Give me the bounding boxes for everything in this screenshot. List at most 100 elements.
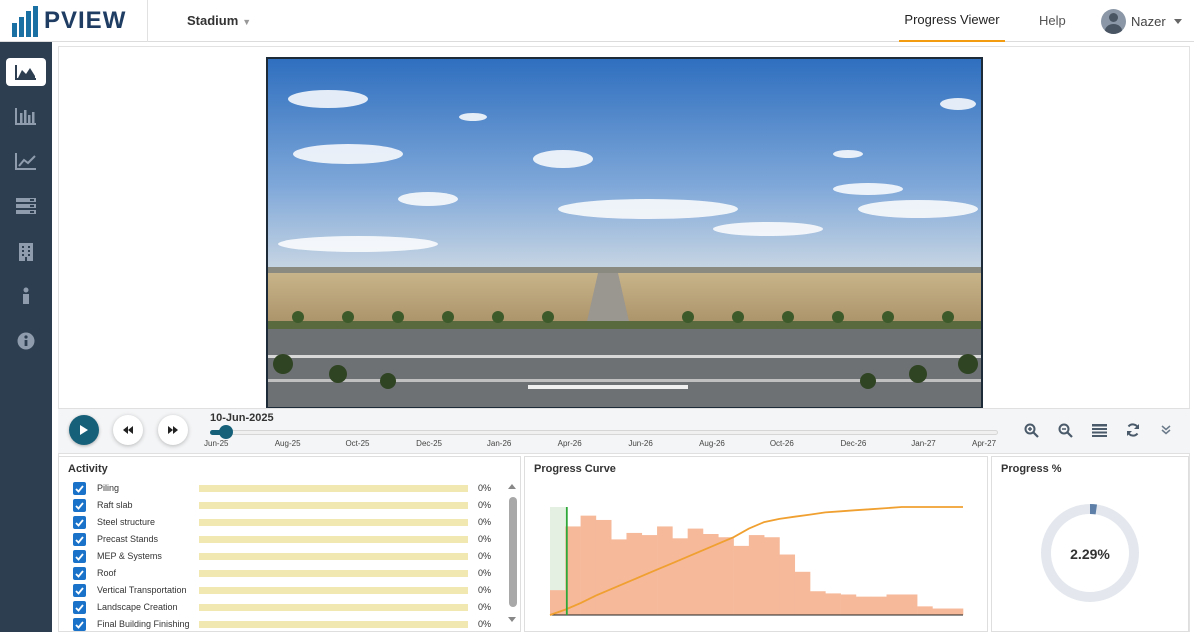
construction-site-image bbox=[268, 59, 981, 407]
site-photo bbox=[266, 57, 983, 409]
refresh-button[interactable] bbox=[1125, 422, 1141, 438]
activity-progress-value: 0% bbox=[478, 585, 492, 595]
activity-checkbox[interactable] bbox=[73, 516, 86, 529]
building-icon bbox=[19, 243, 33, 261]
activity-row: Roof 0% bbox=[73, 567, 493, 581]
sidebar-item-area-chart[interactable] bbox=[0, 56, 52, 88]
caret-down-icon: ▼ bbox=[242, 17, 252, 27]
sidebar bbox=[0, 42, 52, 632]
timeline-slider-handle[interactable] bbox=[218, 425, 233, 439]
sidebar-item-bar-chart[interactable] bbox=[0, 100, 52, 132]
activity-checkbox[interactable] bbox=[73, 618, 86, 631]
brand-name: PVIEW bbox=[44, 7, 127, 34]
line-chart-icon bbox=[15, 153, 36, 170]
curve-bar bbox=[947, 608, 964, 615]
curve-bar bbox=[657, 526, 673, 615]
checkmark-icon bbox=[75, 518, 84, 527]
checkmark-icon bbox=[75, 501, 84, 510]
zoom-in-icon bbox=[1024, 423, 1039, 438]
activity-row: Piling 0% bbox=[73, 482, 493, 496]
bar-chart-icon bbox=[15, 108, 36, 125]
curve-bar bbox=[733, 545, 750, 615]
activity-checkbox[interactable] bbox=[73, 533, 86, 546]
progress-percent-value: 2.29% bbox=[1070, 546, 1110, 562]
activity-progress-bar bbox=[199, 621, 468, 628]
sidebar-item-info[interactable] bbox=[0, 280, 52, 312]
activity-label: Steel structure bbox=[97, 517, 156, 527]
activity-checkbox[interactable] bbox=[73, 601, 86, 614]
timeline-tick-label: Jan-26 bbox=[486, 439, 512, 448]
sidebar-item-server[interactable] bbox=[0, 190, 52, 222]
scroll-up-icon[interactable] bbox=[507, 482, 517, 490]
curve-bar bbox=[794, 571, 811, 615]
timeline-tick-label: Apr-26 bbox=[557, 439, 582, 448]
curve-bar bbox=[748, 535, 765, 615]
sidebar-item-building[interactable] bbox=[0, 236, 52, 268]
collapse-button[interactable] bbox=[1158, 422, 1174, 438]
curve-bar bbox=[718, 537, 734, 615]
activity-label: Roof bbox=[97, 568, 117, 578]
curve-bar bbox=[626, 532, 643, 615]
user-menu[interactable]: Nazer bbox=[1101, 9, 1182, 34]
activity-row: MEP & Systems 0% bbox=[73, 550, 493, 564]
activity-checkbox[interactable] bbox=[73, 482, 86, 495]
activity-progress-value: 0% bbox=[478, 619, 492, 629]
project-dropdown[interactable]: Stadium ▼ bbox=[187, 13, 251, 28]
checkmark-icon bbox=[75, 603, 84, 612]
activity-label: Landscape Creation bbox=[97, 602, 178, 612]
activity-checkbox[interactable] bbox=[73, 499, 86, 512]
timeline-track[interactable] bbox=[210, 430, 998, 435]
rewind-button[interactable] bbox=[113, 415, 143, 445]
nav-help[interactable]: Help bbox=[1039, 13, 1066, 28]
nav-progress-viewer[interactable]: Progress Viewer bbox=[899, 12, 1005, 42]
timeline-tick-label: Jun-25 bbox=[204, 439, 229, 448]
curve-bar bbox=[810, 591, 826, 615]
activity-row: Precast Stands 0% bbox=[73, 533, 493, 547]
curve-bar bbox=[932, 608, 949, 615]
curve-bar bbox=[611, 539, 627, 615]
activity-progress-value: 0% bbox=[478, 568, 492, 578]
curve-bar bbox=[825, 593, 841, 615]
activity-progress-value: 0% bbox=[478, 483, 492, 493]
pview-logo[interactable]: PVIEW bbox=[12, 5, 126, 37]
curve-bar bbox=[917, 606, 933, 615]
zoom-in-button[interactable] bbox=[1023, 422, 1039, 438]
scroll-down-icon[interactable] bbox=[507, 616, 517, 624]
checkmark-icon bbox=[75, 569, 84, 578]
layers-button[interactable] bbox=[1091, 422, 1107, 438]
play-button[interactable] bbox=[69, 415, 99, 445]
progress-curve-chart bbox=[549, 506, 964, 616]
activity-checkbox[interactable] bbox=[73, 550, 86, 563]
caret-down-icon bbox=[1173, 19, 1182, 24]
play-icon bbox=[80, 425, 88, 435]
activity-label: Raft slab bbox=[97, 500, 133, 510]
activity-progress-bar bbox=[199, 587, 468, 594]
refresh-icon bbox=[1127, 423, 1139, 437]
sidebar-item-line-chart[interactable] bbox=[0, 145, 52, 177]
activity-checkbox[interactable] bbox=[73, 567, 86, 580]
chevron-double-down-icon bbox=[1161, 425, 1171, 435]
timeline-tick-label: Oct-25 bbox=[345, 439, 370, 448]
activity-progress-bar bbox=[199, 485, 468, 492]
zoom-out-button[interactable] bbox=[1057, 422, 1073, 438]
timeline-tick-label: Aug-26 bbox=[699, 439, 725, 448]
activity-scroll-thumb[interactable] bbox=[509, 497, 517, 607]
activity-checkbox[interactable] bbox=[73, 584, 86, 597]
curve-bar bbox=[840, 594, 857, 615]
activity-progress-value: 0% bbox=[478, 551, 492, 561]
fast-forward-button[interactable] bbox=[158, 415, 188, 445]
project-name: Stadium bbox=[187, 13, 239, 28]
checkmark-icon bbox=[75, 484, 84, 493]
checkmark-icon bbox=[75, 620, 84, 629]
curve-bar bbox=[687, 528, 704, 615]
curve-bar bbox=[764, 537, 780, 615]
activity-progress-bar bbox=[199, 502, 468, 509]
checkmark-icon bbox=[75, 586, 84, 595]
activity-row: Vertical Transportation 0% bbox=[73, 584, 493, 598]
progress-percent-panel: Progress % bbox=[991, 456, 1189, 632]
sidebar-item-info-circle[interactable] bbox=[0, 325, 52, 357]
activity-progress-bar bbox=[199, 604, 468, 611]
activity-progress-bar bbox=[199, 519, 468, 526]
top-header: PVIEW Stadium ▼ Progress Viewer Help Naze… bbox=[0, 0, 1194, 42]
current-date: 10-Jun-2025 bbox=[210, 412, 274, 424]
